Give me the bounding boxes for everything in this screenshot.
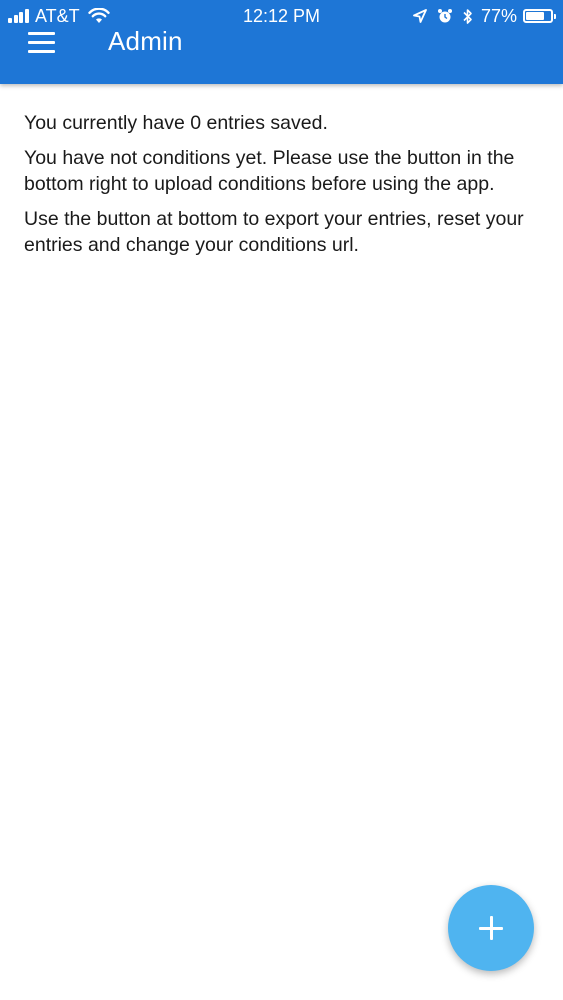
alarm-icon [437, 8, 453, 24]
page-title: Admin [108, 26, 183, 56]
menu-button[interactable] [20, 30, 64, 58]
no-conditions-text: You have not conditions yet. Please use … [24, 146, 515, 196]
hamburger-menu-icon-bar [28, 50, 55, 53]
plus-icon-vertical [489, 916, 493, 940]
status-bar: AT&T 12:12 PM 77% [0, 0, 563, 32]
main-content: You currently have 0 entries saved. You … [24, 110, 544, 267]
battery-icon [523, 9, 556, 23]
bluetooth-icon [463, 8, 473, 25]
add-fab-button[interactable] [448, 885, 534, 971]
hamburger-menu-icon [28, 32, 55, 35]
location-icon [413, 9, 427, 23]
battery-tip [554, 14, 556, 19]
battery-level [526, 12, 544, 20]
entries-count-text: You currently have 0 entries saved. [24, 112, 328, 134]
hamburger-menu-icon-bar [28, 41, 55, 44]
battery-percent: 77% [480, 5, 517, 26]
instructions-text: Use the button at bottom to export your … [24, 207, 524, 257]
admin-screen: AT&T 12:12 PM 77% Admin You currently ha… [0, 0, 563, 1000]
app-bar: AT&T 12:12 PM 77% Admin [0, 0, 563, 84]
status-right: 77% [403, 5, 556, 27]
